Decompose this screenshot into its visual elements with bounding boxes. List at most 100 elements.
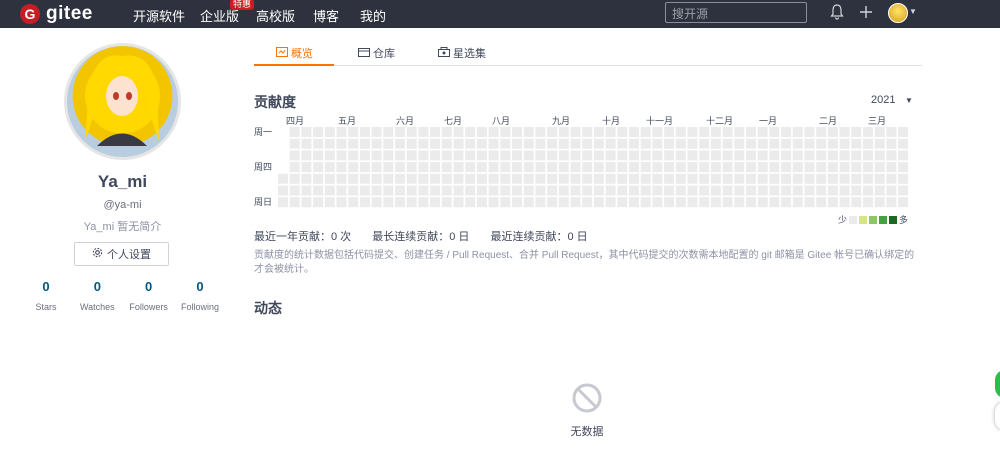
heatmap-cell[interactable]: [558, 173, 569, 184]
heatmap-cell[interactable]: [804, 150, 815, 161]
heatmap-cell[interactable]: [289, 150, 300, 161]
heatmap-cell[interactable]: [804, 162, 815, 173]
heatmap-cell[interactable]: [629, 150, 639, 161]
heatmap-cell[interactable]: [699, 127, 710, 137]
heatmap-cell[interactable]: [640, 162, 651, 173]
heatmap-cell[interactable]: [710, 162, 721, 173]
heatmap-cell[interactable]: [746, 150, 756, 161]
heatmap-cell[interactable]: [593, 138, 604, 149]
heatmap-cell[interactable]: [605, 185, 616, 196]
heatmap-cell[interactable]: [476, 138, 487, 149]
heatmap-cell[interactable]: [757, 185, 768, 196]
heatmap-cell[interactable]: [652, 173, 663, 184]
heatmap-cell[interactable]: [453, 127, 464, 137]
heatmap-cell[interactable]: [418, 197, 429, 208]
heatmap-cell[interactable]: [582, 150, 593, 161]
heatmap-cell[interactable]: [746, 138, 756, 149]
heatmap-cell[interactable]: [324, 185, 335, 196]
heatmap-cell[interactable]: [278, 197, 288, 208]
heatmap-cell[interactable]: [523, 150, 534, 161]
heatmap-cell[interactable]: [383, 138, 394, 149]
heatmap-cell[interactable]: [359, 150, 370, 161]
heatmap-cell[interactable]: [395, 162, 405, 173]
heatmap-cell[interactable]: [535, 127, 546, 137]
heatmap-cell[interactable]: [816, 197, 827, 208]
heatmap-cell[interactable]: [523, 127, 534, 137]
heatmap-cell[interactable]: [605, 162, 616, 173]
heatmap-cell[interactable]: [430, 162, 441, 173]
heatmap-cell[interactable]: [734, 185, 745, 196]
heatmap-cell[interactable]: [453, 173, 464, 184]
heatmap-cell[interactable]: [441, 150, 452, 161]
heatmap-cell[interactable]: [301, 197, 312, 208]
heatmap-cell[interactable]: [406, 127, 417, 137]
heatmap-cell[interactable]: [465, 173, 476, 184]
heatmap-cell[interactable]: [734, 197, 745, 208]
heatmap-cell[interactable]: [570, 162, 581, 173]
heatmap-cell[interactable]: [476, 197, 487, 208]
heatmap-cell[interactable]: [664, 197, 675, 208]
stat-followers[interactable]: 0 Followers: [125, 279, 173, 312]
heatmap-cell[interactable]: [500, 150, 511, 161]
heatmap-cell[interactable]: [348, 150, 359, 161]
heatmap-cell[interactable]: [898, 185, 909, 196]
heatmap-cell[interactable]: [500, 185, 511, 196]
heatmap-cell[interactable]: [359, 197, 370, 208]
heatmap-cell[interactable]: [418, 185, 429, 196]
heatmap-cell[interactable]: [687, 173, 698, 184]
heatmap-cell[interactable]: [535, 150, 546, 161]
heatmap-cell[interactable]: [512, 150, 522, 161]
heatmap-cell[interactable]: [476, 127, 487, 137]
heatmap-cell[interactable]: [512, 162, 522, 173]
year-select[interactable]: 2021: [871, 94, 895, 106]
heatmap-cell[interactable]: [652, 150, 663, 161]
heatmap-cell[interactable]: [734, 138, 745, 149]
heatmap-cell[interactable]: [851, 197, 862, 208]
heatmap-cell[interactable]: [874, 185, 885, 196]
heatmap-cell[interactable]: [757, 127, 768, 137]
heatmap-cell[interactable]: [313, 185, 324, 196]
heatmap-cell[interactable]: [664, 127, 675, 137]
heatmap-cell[interactable]: [430, 185, 441, 196]
heatmap-cell[interactable]: [523, 185, 534, 196]
heatmap-cell[interactable]: [827, 162, 838, 173]
heatmap-cell[interactable]: [792, 185, 803, 196]
heatmap-cell[interactable]: [570, 127, 581, 137]
heatmap-cell[interactable]: [582, 138, 593, 149]
heatmap-cell[interactable]: [324, 162, 335, 173]
heatmap-cell[interactable]: [512, 138, 522, 149]
heatmap-cell[interactable]: [827, 173, 838, 184]
heatmap-cell[interactable]: [640, 138, 651, 149]
heatmap-cell[interactable]: [523, 197, 534, 208]
heatmap-cell[interactable]: [383, 197, 394, 208]
heatmap-cell[interactable]: [839, 127, 850, 137]
heatmap-cell[interactable]: [558, 162, 569, 173]
heatmap-cell[interactable]: [488, 127, 499, 137]
heatmap-cell[interactable]: [687, 138, 698, 149]
heatmap-cell[interactable]: [500, 162, 511, 173]
heatmap-cell[interactable]: [699, 173, 710, 184]
heatmap-cell[interactable]: [430, 138, 441, 149]
heatmap-cell[interactable]: [348, 197, 359, 208]
heatmap-cell[interactable]: [652, 185, 663, 196]
heatmap-cell[interactable]: [348, 185, 359, 196]
heatmap-cell[interactable]: [441, 138, 452, 149]
heatmap-cell[interactable]: [465, 150, 476, 161]
heatmap-cell[interactable]: [734, 173, 745, 184]
heatmap-cell[interactable]: [453, 150, 464, 161]
heatmap-cell[interactable]: [453, 185, 464, 196]
heatmap-cell[interactable]: [395, 138, 405, 149]
heatmap-cell[interactable]: [488, 185, 499, 196]
gitee-logo[interactable]: G gitee: [20, 3, 93, 25]
heatmap-cell[interactable]: [722, 127, 733, 137]
heatmap-cell[interactable]: [570, 185, 581, 196]
heatmap-cell[interactable]: [488, 150, 499, 161]
heatmap-cell[interactable]: [804, 173, 815, 184]
heatmap-cell[interactable]: [324, 173, 335, 184]
heatmap-cell[interactable]: [664, 162, 675, 173]
heatmap-cell[interactable]: [851, 138, 862, 149]
heatmap-cell[interactable]: [593, 127, 604, 137]
stat-stars[interactable]: 0 Stars: [22, 279, 70, 312]
heatmap-cell[interactable]: [301, 138, 312, 149]
heatmap-cell[interactable]: [289, 173, 300, 184]
